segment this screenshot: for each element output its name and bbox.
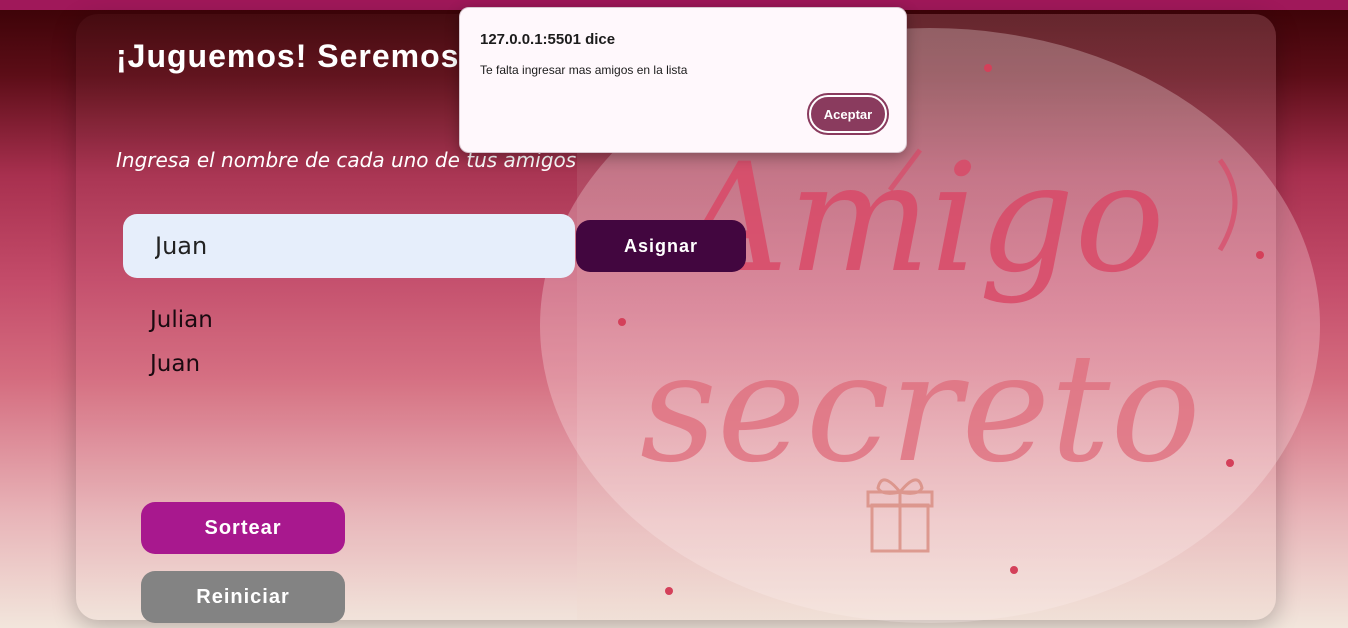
gift-icon <box>866 478 934 553</box>
friend-item: Juan <box>150 351 201 377</box>
dialog-title: 127.0.0.1:5501 dice <box>480 31 616 48</box>
assign-button[interactable]: Asignar <box>576 220 746 272</box>
draw-button[interactable]: Sortear <box>141 502 345 554</box>
friends-list: Julian Juan <box>150 298 213 386</box>
reset-button[interactable]: Reiniciar <box>141 571 345 623</box>
dialog-message: Te falta ingresar mas amigos en la lista <box>480 63 688 77</box>
friend-name-input[interactable] <box>123 214 575 278</box>
alert-dialog: 127.0.0.1:5501 dice Te falta ingresar ma… <box>459 7 907 153</box>
amigo-secreto-illustration: Amigo secreto <box>640 132 1238 553</box>
decor-dot <box>984 64 992 72</box>
friend-item: Julian <box>150 307 213 333</box>
illustration-word-secreto: secreto <box>640 322 1201 496</box>
accept-button[interactable]: Aceptar <box>807 93 889 135</box>
